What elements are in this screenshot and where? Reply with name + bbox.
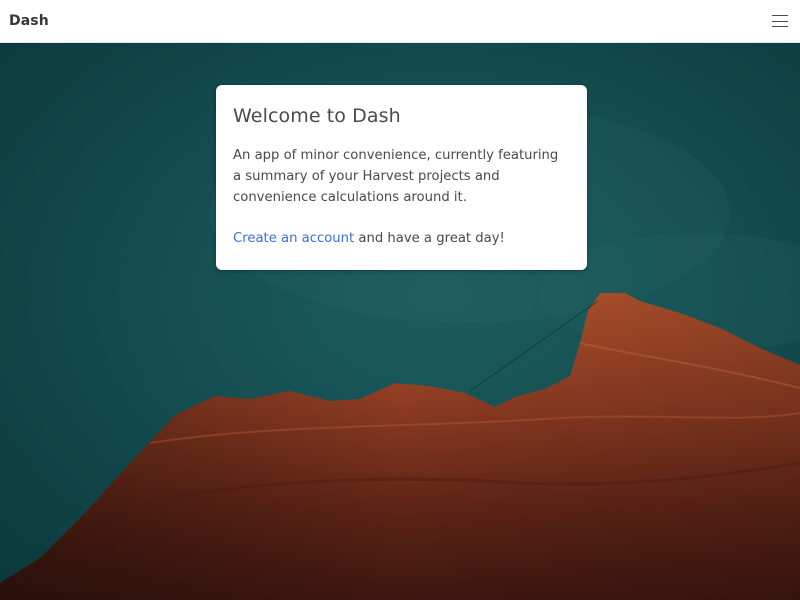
brand-logo-link[interactable]: Dash [9,13,49,29]
create-account-link[interactable]: Create an account [233,231,354,246]
welcome-card: Welcome to Dash An app of minor convenie… [216,85,587,270]
hamburger-line [772,15,788,16]
hamburger-line [772,26,788,27]
welcome-title: Welcome to Dash [233,105,401,127]
cta-suffix-text: and have a great day! [354,231,505,246]
hamburger-menu-icon[interactable] [772,14,788,28]
hamburger-line [772,20,788,22]
top-navbar: Dash [0,0,800,43]
welcome-description: An app of minor convenience, currently f… [233,148,559,205]
cta-sentence: Create an account and have a great day! [233,228,570,249]
